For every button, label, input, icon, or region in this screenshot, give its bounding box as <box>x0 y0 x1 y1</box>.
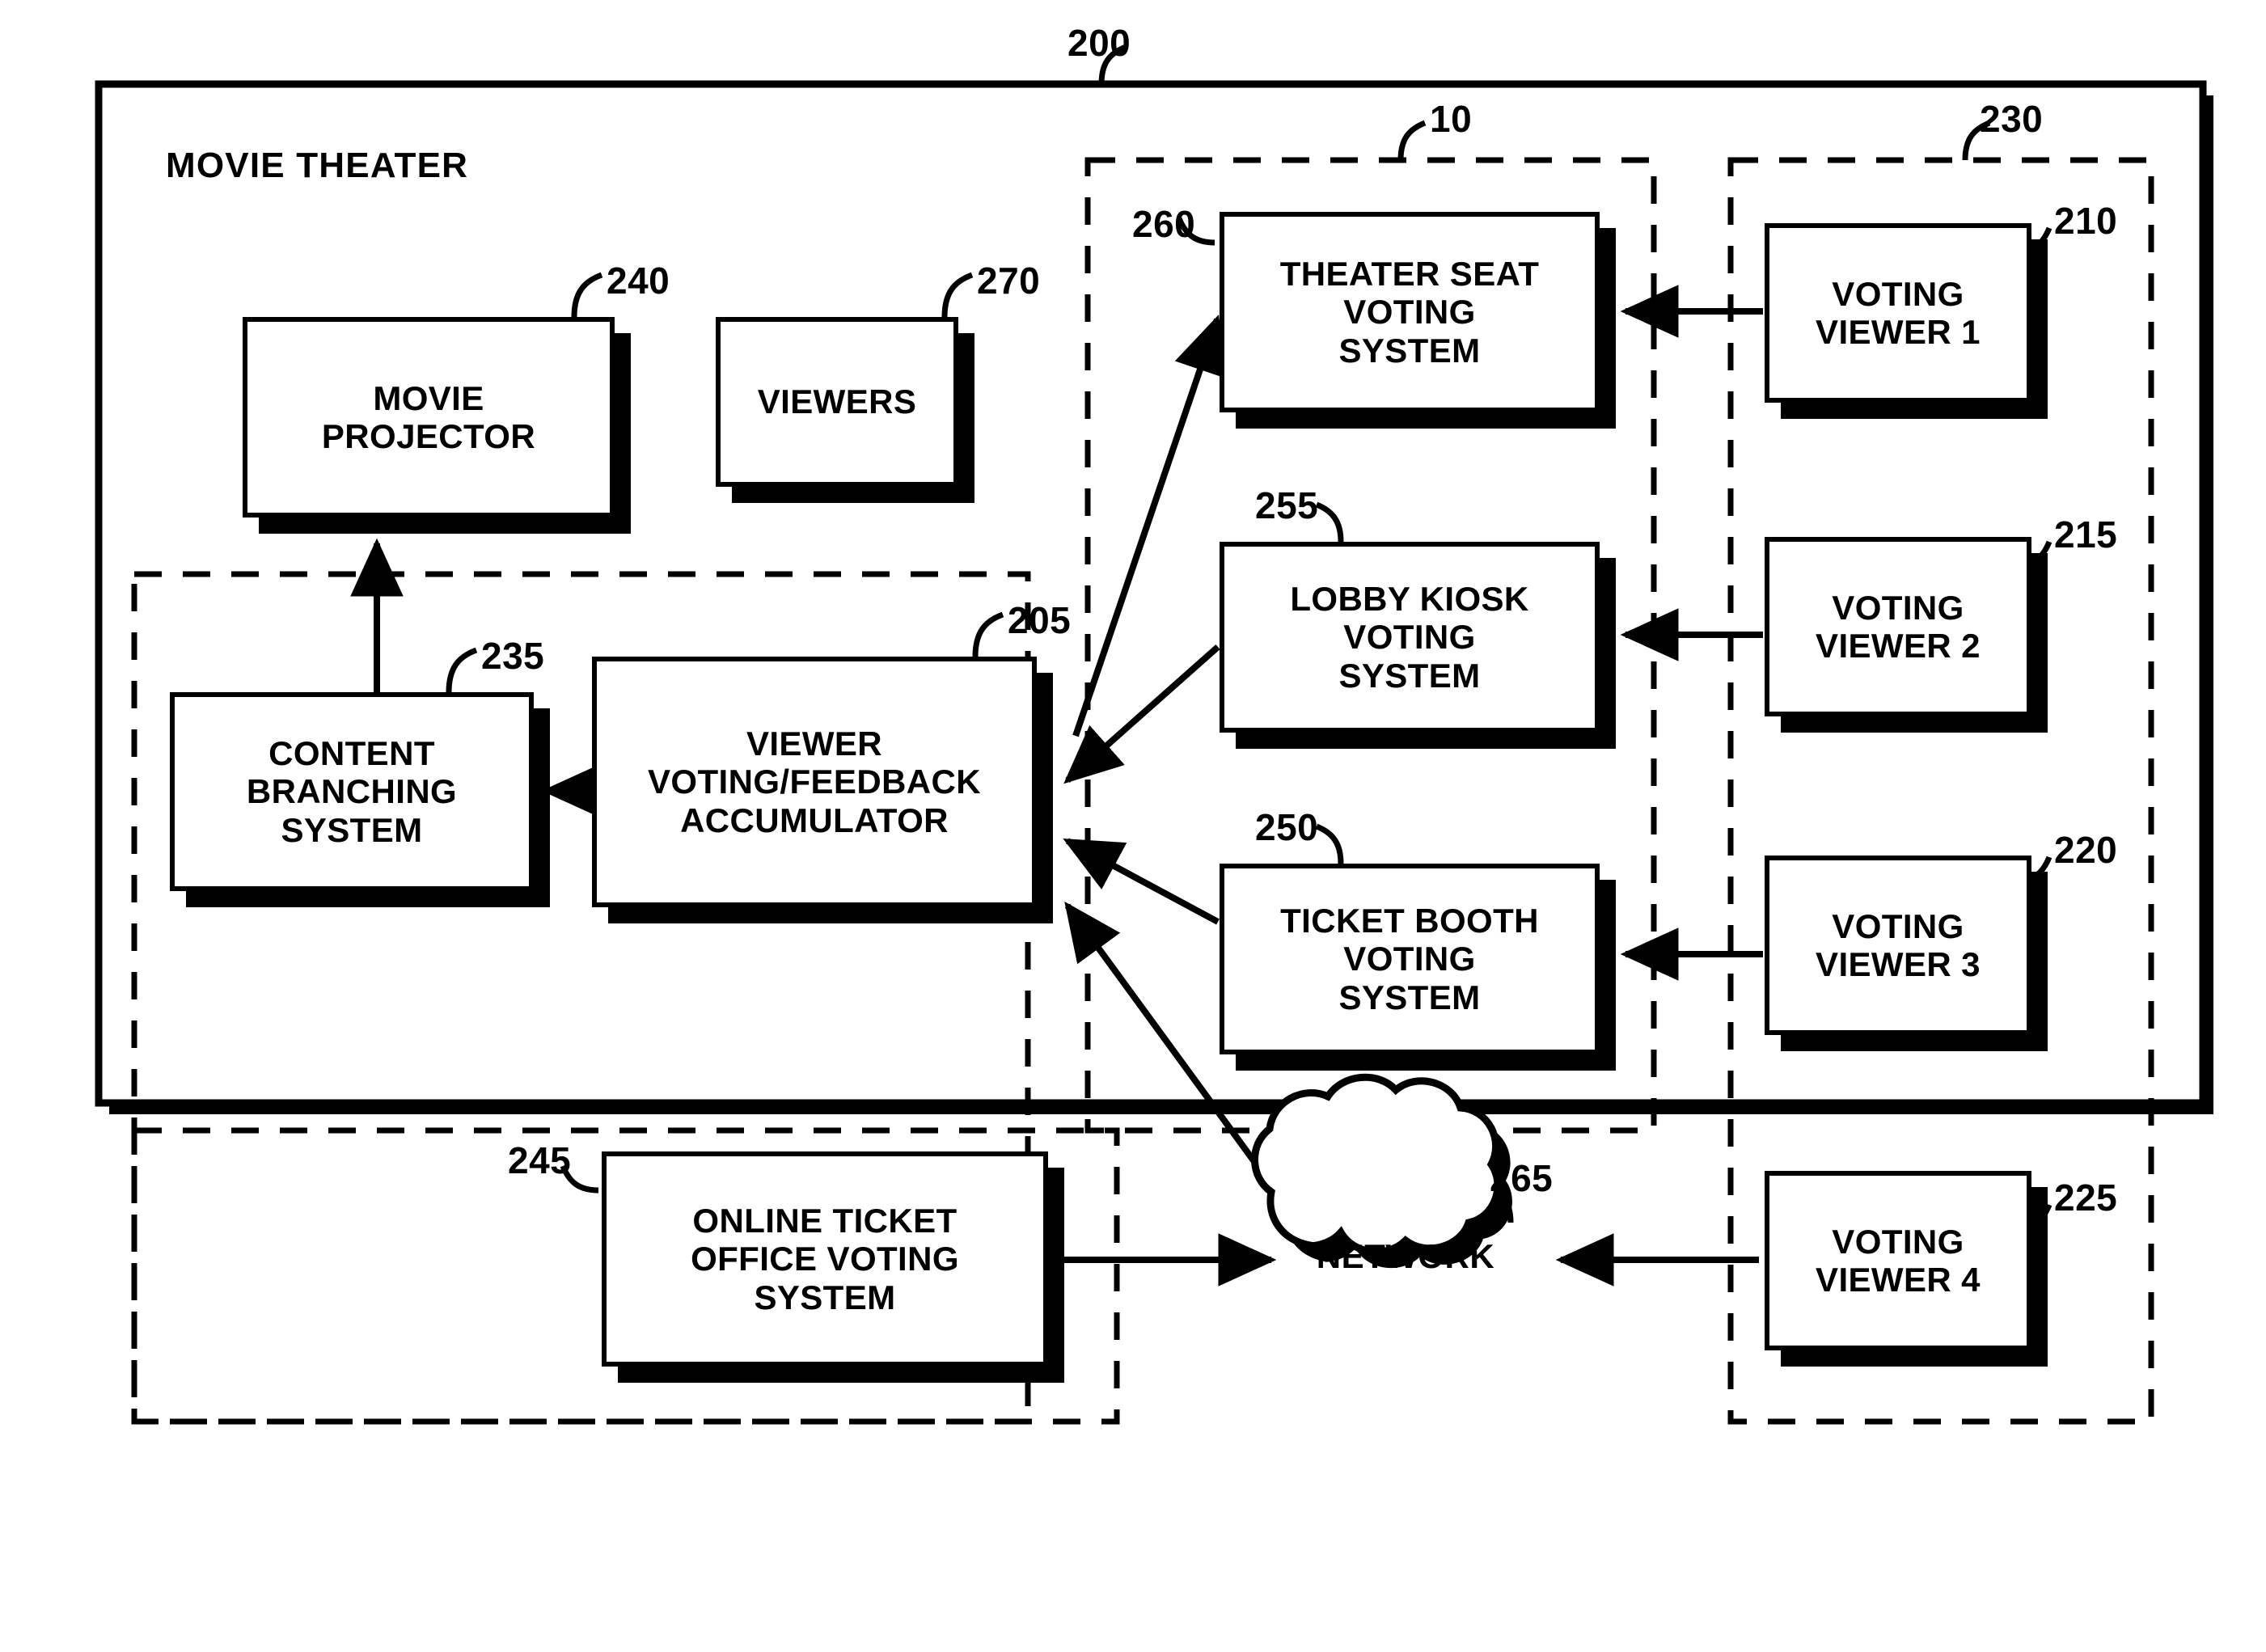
voting-viewer-1-box[interactable]: VOTING VIEWER 1 <box>1765 223 2031 403</box>
viewers-label: VIEWERS <box>757 382 917 421</box>
network-cloud <box>1251 1073 1502 1256</box>
content-branching-system-label: CONTENT BRANCHING SYSTEM <box>246 734 458 849</box>
ref-210: 210 <box>2054 200 2118 242</box>
voting-viewer-2-label: VOTING VIEWER 2 <box>1816 588 1981 665</box>
theater-seat-voting-system-label: THEATER SEAT VOTING SYSTEM <box>1279 255 1540 370</box>
ref-240: 240 <box>607 260 670 302</box>
voting-viewer-2-box[interactable]: VOTING VIEWER 2 <box>1765 537 2031 716</box>
voting-viewer-4-box[interactable]: VOTING VIEWER 4 <box>1765 1171 2031 1350</box>
ref-250: 250 <box>1255 806 1319 848</box>
viewer-voting-feedback-accumulator-box[interactable]: VIEWER VOTING/FEEDBACK ACCUMULATOR <box>592 657 1037 907</box>
patent-figure: MOVIE THEATER MOVIE PROJECTOR 240 VIEWER… <box>0 0 2266 1652</box>
ref-200: 200 <box>1067 22 1131 64</box>
ref-265: 265 <box>1490 1157 1554 1199</box>
ref-10: 10 <box>1430 98 1473 140</box>
viewer-voting-feedback-accumulator-label: VIEWER VOTING/FEEDBACK ACCUMULATOR <box>647 725 981 839</box>
ref-225: 225 <box>2054 1177 2118 1219</box>
online-ticket-office-voting-system-label: ONLINE TICKET OFFICE VOTING SYSTEM <box>691 1202 959 1316</box>
voting-viewer-3-label: VOTING VIEWER 3 <box>1816 906 1981 983</box>
movie-projector-label: MOVIE PROJECTOR <box>321 378 536 455</box>
lobby-kiosk-voting-system-box[interactable]: LOBBY KIOSK VOTING SYSTEM <box>1220 542 1600 733</box>
ticket-booth-voting-system-label: TICKET BOOTH VOTING SYSTEM <box>1280 902 1539 1016</box>
ref-255: 255 <box>1255 484 1319 526</box>
online-ticket-office-voting-system-box[interactable]: ONLINE TICKET OFFICE VOTING SYSTEM <box>602 1151 1048 1367</box>
movie-projector-box[interactable]: MOVIE PROJECTOR <box>243 317 615 518</box>
ref-220: 220 <box>2054 829 2118 871</box>
ticket-booth-voting-system-box[interactable]: TICKET BOOTH VOTING SYSTEM <box>1220 864 1600 1054</box>
ref-270: 270 <box>977 260 1041 302</box>
movie-theater-title: MOVIE THEATER <box>166 146 469 185</box>
voting-viewer-4-label: VOTING VIEWER 4 <box>1816 1222 1981 1299</box>
voting-viewer-1-label: VOTING VIEWER 1 <box>1816 274 1981 351</box>
viewers-box[interactable]: VIEWERS <box>716 317 958 487</box>
voting-viewer-3-box[interactable]: VOTING VIEWER 3 <box>1765 856 2031 1035</box>
theater-seat-voting-system-box[interactable]: THEATER SEAT VOTING SYSTEM <box>1220 212 1600 412</box>
ref-235: 235 <box>481 635 545 677</box>
ref-245: 245 <box>508 1139 572 1181</box>
ref-205: 205 <box>1008 599 1072 641</box>
ref-260: 260 <box>1132 203 1196 245</box>
content-branching-system-box[interactable]: CONTENT BRANCHING SYSTEM <box>170 692 534 891</box>
ref-230: 230 <box>1980 98 2044 140</box>
ref-215: 215 <box>2054 513 2118 556</box>
network-cloud-label: NETWORK <box>1316 1237 1495 1275</box>
lobby-kiosk-voting-system-label: LOBBY KIOSK VOTING SYSTEM <box>1290 580 1529 695</box>
